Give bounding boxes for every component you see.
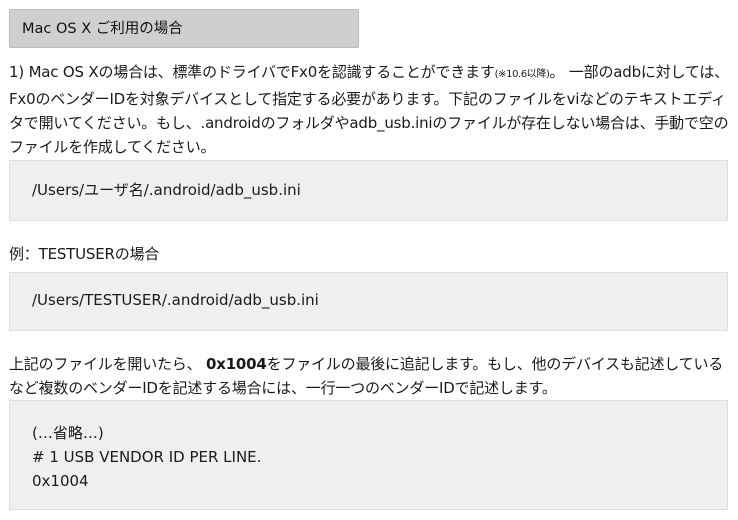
- instruction-text-part1: 上記のファイルを開いたら、: [9, 355, 206, 373]
- path-code-line: /Users/ユーザ名/.android/adb_usb.ini: [32, 181, 301, 199]
- config-line-comment: # 1 USB VENDOR ID PER LINE.: [32, 448, 262, 466]
- example-label: 例：TESTUSERの場合: [9, 245, 160, 263]
- intro-paragraph: 1) Mac OS Xの場合は、標準のドライバでFx0を認識することができます(…: [9, 60, 731, 159]
- version-note: (※10.6以降): [494, 69, 550, 80]
- example-code-box: /Users/TESTUSER/.android/adb_usb.ini: [9, 272, 728, 331]
- section-header: Mac OS X ご利用の場合: [9, 9, 359, 48]
- example-code-line: /Users/TESTUSER/.android/adb_usb.ini: [32, 291, 319, 309]
- config-line-omitted: (…省略…): [32, 424, 104, 442]
- intro-text-part1: 1) Mac OS Xの場合は、標準のドライバでFx0を認識することができます: [9, 63, 495, 81]
- vendor-id: 0x1004: [205, 355, 267, 373]
- section-title: Mac OS X ご利用の場合: [22, 21, 183, 37]
- instruction-paragraph: 上記のファイルを開いたら、 0x1004をファイルの最後に追記します。もし、他の…: [9, 352, 731, 400]
- config-code-box: (…省略…) # 1 USB VENDOR ID PER LINE. 0x100…: [9, 400, 728, 510]
- config-line-vendor-id: 0x1004: [32, 472, 89, 490]
- path-code-box: /Users/ユーザ名/.android/adb_usb.ini: [9, 160, 728, 221]
